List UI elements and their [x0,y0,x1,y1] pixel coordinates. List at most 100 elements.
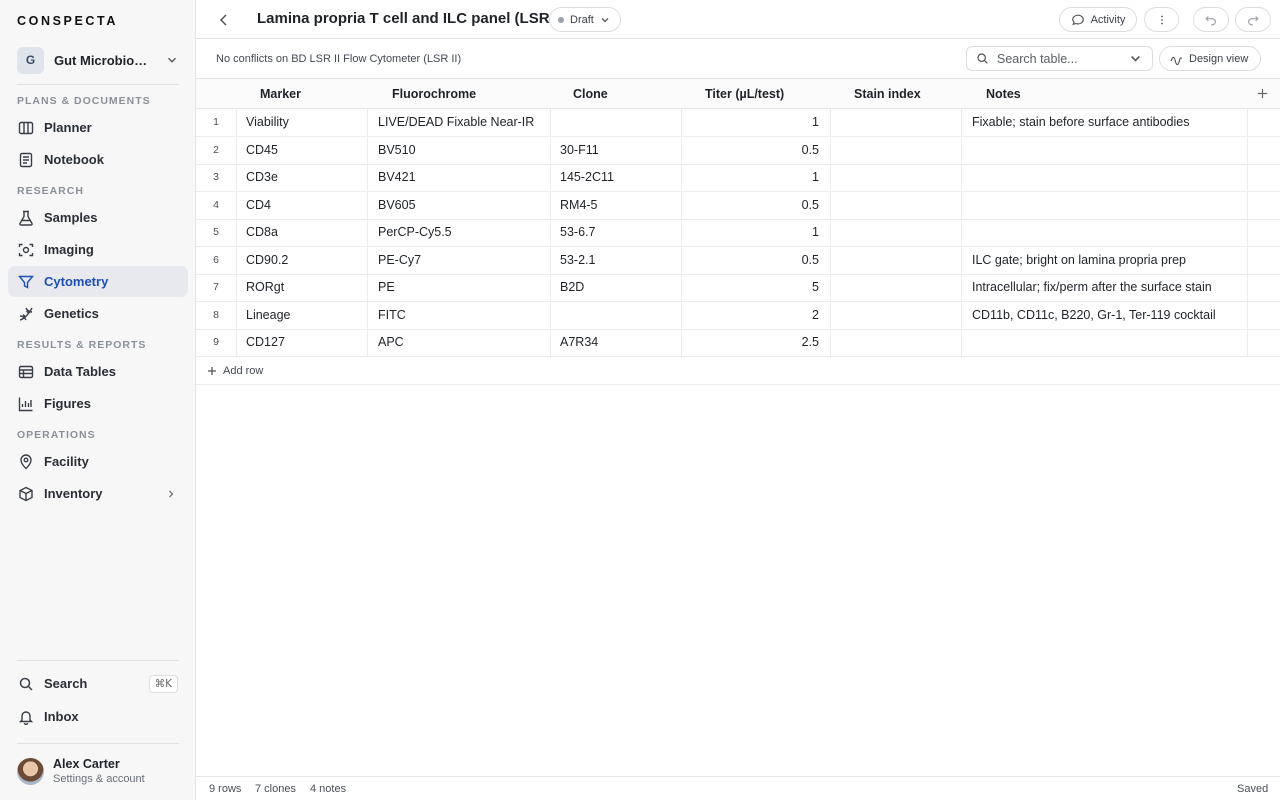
column-header-notes[interactable]: Notes [986,79,1021,109]
sidebar-item-notebook[interactable]: Notebook [8,144,188,175]
sidebar-item-inbox[interactable]: Inbox [8,701,188,732]
cell-notes[interactable]: Fixable; stain before surface antibodies [972,109,1190,136]
map-pin-icon [20,453,32,469]
column-header-titer[interactable]: Titer (µL/test) [705,79,784,109]
status-dropdown[interactable]: Draft [549,7,621,32]
add-row-button[interactable]: Add row [196,357,1280,385]
cell-titer[interactable]: 0.5 [699,192,819,219]
cell-fluorochrome[interactable]: FITC [378,302,406,329]
table-search[interactable] [966,46,1153,71]
chevron-down-icon [601,17,609,22]
column-header-clone[interactable]: Clone [573,79,608,109]
user-account[interactable]: Alex Carter Settings & account [17,757,145,785]
sidebar-item-samples[interactable]: Samples [8,202,188,233]
section-label-plans: PLANS & DOCUMENTS [17,95,151,107]
cell-titer[interactable]: 5 [699,274,819,301]
cell-marker[interactable]: CD127 [246,329,285,356]
cell-clone[interactable]: 145-2C11 [560,164,614,191]
sidebar-item-cytometry[interactable]: Cytometry [8,266,188,297]
sidebar-item-figures[interactable]: Figures [8,388,188,419]
row-number: 1 [213,116,219,128]
cell-marker[interactable]: Lineage [246,302,291,329]
sidebar-item-facility[interactable]: Facility [8,446,188,477]
workspace-avatar: G [17,46,44,74]
workspace-switcher[interactable]: G Gut Microbiome... [17,46,179,74]
cell-titer[interactable]: 2 [699,302,819,329]
cell-fluorochrome[interactable]: BV421 [378,164,416,191]
cell-clone[interactable]: RM4-5 [560,192,598,219]
shortcut-badge: ⌘K [148,674,178,693]
activity-button[interactable]: Activity [1059,7,1137,32]
cell-notes[interactable]: CD11b, CD11c, B220, Gr-1, Ter-119 cockta… [972,302,1216,329]
column-header-stain-index[interactable]: Stain index [854,79,921,109]
search-input[interactable] [997,51,1129,66]
cell-marker[interactable]: CD90.2 [246,247,288,274]
column-header-marker[interactable]: Marker [260,79,301,109]
sidebar-item-label: Notebook [44,152,104,167]
cell-clone[interactable]: A7R34 [560,329,598,356]
add-column-icon[interactable] [1256,87,1269,100]
cell-notes[interactable]: Intracellular; fix/perm after the surfac… [972,274,1212,301]
undo-icon [1205,15,1216,25]
cell-notes[interactable]: ILC gate; bright on lamina propria prep [972,247,1186,274]
cell-marker[interactable]: Viability [246,109,289,136]
table-row[interactable]: 3 CD3e BV421 145-2C11 1 [196,164,1280,192]
design-view-label: Design view [1189,52,1249,65]
table-row[interactable]: 4 CD4 BV605 RM4-5 0.5 [196,192,1280,220]
cell-fluorochrome[interactable]: LIVE/DEAD Fixable Near-IR [378,109,534,136]
cell-fluorochrome[interactable]: PerCP-Cy5.5 [378,219,452,246]
undo-button[interactable] [1193,7,1229,32]
table-row[interactable]: 7 RORgt PE B2D 5 Intracellular; fix/perm afte… [196,274,1280,302]
chevron-down-icon[interactable] [1129,52,1142,65]
sidebar-item-label: Inbox [44,709,79,724]
cell-clone[interactable]: 53-2.1 [560,247,595,274]
design-view-button[interactable]: Design view [1159,46,1261,71]
cell-fluorochrome[interactable]: BV510 [378,137,416,164]
redo-icon [1248,15,1259,25]
more-vertical-icon [1160,15,1163,24]
save-status: Saved [1237,783,1269,795]
table-row[interactable]: 2 CD45 BV510 30-F11 0.5 [196,137,1280,165]
cell-titer[interactable]: 0.5 [699,137,819,164]
user-name: Alex Carter [53,757,120,771]
sidebar-item-data-tables[interactable]: Data Tables [8,356,188,387]
sidebar-item-genetics[interactable]: Genetics [8,298,188,329]
add-row-label: Add row [223,364,264,377]
sidebar-item-inventory[interactable]: Inventory [8,478,188,509]
cell-marker[interactable]: CD45 [246,137,278,164]
cell-marker[interactable]: CD8a [246,219,278,246]
cell-marker[interactable]: RORgt [246,274,284,301]
redo-button[interactable] [1235,7,1271,32]
cell-titer[interactable]: 0.5 [699,247,819,274]
cell-clone[interactable]: B2D [560,274,584,301]
row-number: 9 [213,336,219,348]
cell-titer[interactable]: 1 [699,164,819,191]
cell-marker[interactable]: CD3e [246,164,278,191]
sidebar-item-search[interactable]: Search ⌘K [8,668,188,699]
cell-fluorochrome[interactable]: BV605 [378,192,416,219]
cell-clone[interactable]: 53-6.7 [560,219,595,246]
sidebar-item-imaging[interactable]: Imaging [8,234,188,265]
table-row[interactable]: 5 CD8a PerCP-Cy5.5 53-6.7 1 [196,219,1280,247]
conflict-status: No conflicts on BD LSR II Flow Cytometer… [216,53,462,65]
table-row[interactable]: 8 Lineage FITC 2 CD11b, CD11c, B220, Gr-1, T… [196,302,1280,330]
row-number: 2 [213,143,219,156]
table-row[interactable]: 9 CD127 APC A7R34 2.5 [196,329,1280,357]
cell-titer[interactable]: 2.5 [699,329,819,356]
cell-marker[interactable]: CD4 [246,192,271,219]
sidebar-item-label: Search [44,676,88,691]
back-arrow-icon[interactable] [216,12,232,28]
cell-titer[interactable]: 1 [699,109,819,136]
top-bar: Lamina propria T cell and ILC panel (LSR… [196,0,1280,39]
table-row[interactable]: 6 CD90.2 PE-Cy7 53-2.1 0.5 ILC gate; bright o… [196,247,1280,275]
cell-fluorochrome[interactable]: PE [378,274,395,301]
cell-fluorochrome[interactable]: PE-Cy7 [378,247,421,274]
column-header-fluorochrome[interactable]: Fluorochrome [392,79,476,109]
cell-clone[interactable]: 30-F11 [560,137,599,164]
table-row[interactable]: 1 Viability LIVE/DEAD Fixable Near-IR 1 Fixa… [196,109,1280,137]
cell-titer[interactable]: 1 [699,219,819,246]
more-options-button[interactable] [1144,7,1179,32]
filter-icon [18,275,34,289]
sidebar-item-planner[interactable]: Planner [8,112,188,143]
cell-fluorochrome[interactable]: APC [378,329,404,356]
